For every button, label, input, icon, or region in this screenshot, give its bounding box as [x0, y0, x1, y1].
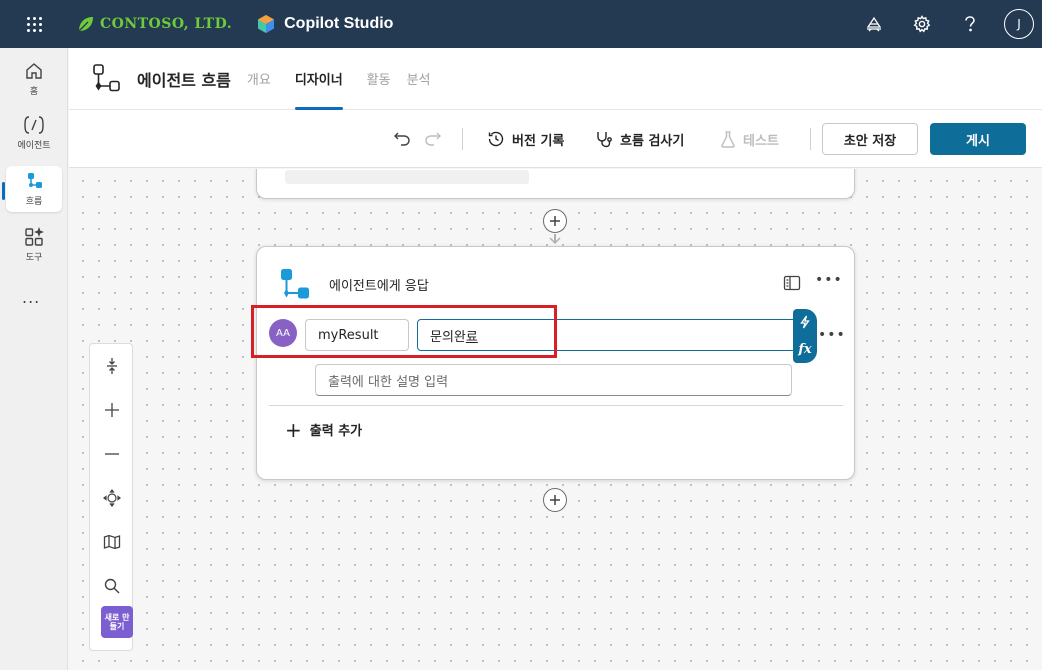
active-indicator: [2, 182, 5, 200]
test-button[interactable]: 테스트: [720, 124, 779, 154]
add-output-button[interactable]: + 출력 추가: [285, 417, 363, 442]
recenter-icon: [103, 489, 121, 507]
brand: CONTOSO, LTD.: [76, 14, 232, 34]
tab-analytics[interactable]: 분석: [407, 48, 431, 110]
add-step-button[interactable]: [543, 209, 567, 233]
rail-item-label: 홈: [29, 87, 39, 97]
toolbar: 버전 기록 흐름 검사기 테스트 초안 저장 게시: [69, 110, 1042, 168]
redo-icon: [425, 132, 441, 146]
rail-item-label: 에이전트: [17, 141, 51, 151]
center-view-button[interactable]: [90, 476, 134, 520]
waffle-icon: [26, 16, 42, 32]
add-step-button-bottom[interactable]: [543, 488, 567, 512]
search-canvas-button[interactable]: [90, 564, 134, 608]
page-title: 에이전트 흐름: [137, 70, 231, 90]
app-launcher-button[interactable]: [0, 0, 68, 48]
output-row-more-button[interactable]: •••: [818, 327, 846, 343]
flow-canvas[interactable]: 에이전트에게 응답 ••• AA myResult 문의완 료 fx ••• 출력…: [69, 169, 1042, 670]
arrow-down-icon: [549, 237, 561, 245]
copilot-studio-logo-icon: [258, 15, 275, 33]
environment-button[interactable]: [850, 0, 898, 48]
tab-designer[interactable]: 디자이너: [294, 48, 343, 110]
stethoscope-icon: [597, 132, 612, 148]
redo-button[interactable]: [423, 128, 443, 148]
minus-icon: [105, 453, 119, 455]
formula-pill[interactable]: fx: [793, 309, 817, 363]
plus-icon: [550, 216, 560, 226]
test-label: 테스트: [743, 133, 779, 149]
plus-icon: [105, 403, 119, 417]
rail-item-tools[interactable]: 도구: [6, 222, 62, 268]
fx-icon: fx: [798, 341, 812, 357]
tools-icon: [25, 227, 44, 246]
page-header: 에이전트 흐름 개요 디자이너 활동 분석: [69, 48, 1042, 110]
home-icon: [26, 63, 42, 79]
canvas-controls: 새로 만들기: [89, 343, 133, 651]
history-icon: [488, 131, 504, 147]
rail-item-label: 흐름: [25, 197, 43, 207]
plus-icon: +: [285, 417, 302, 442]
zoom-in-button[interactable]: [90, 388, 134, 432]
card-divider: [269, 405, 843, 406]
question-icon: [965, 16, 975, 32]
plus-icon: [550, 495, 560, 505]
product-name: Copilot Studio: [284, 15, 394, 32]
card-title: 에이전트에게 응답: [329, 279, 429, 294]
previous-node-chip: [285, 170, 529, 184]
left-rail: 홈 에이전트 흐름 도구 ...: [0, 48, 68, 670]
leaf-icon: [78, 17, 93, 32]
help-button[interactable]: [946, 0, 994, 48]
user-avatar[interactable]: J: [1004, 9, 1034, 39]
new-badge[interactable]: 새로 만들기: [101, 606, 133, 638]
fit-height-button[interactable]: [90, 344, 134, 388]
highlight-box: [251, 305, 557, 358]
top-bar: CONTOSO, LTD. Copilot Studio J: [0, 0, 1042, 48]
expand-vertical-icon: [107, 358, 117, 374]
agent-icon: [24, 116, 44, 134]
flow-icon: [28, 173, 42, 188]
previous-node-card[interactable]: [256, 169, 855, 199]
product[interactable]: Copilot Studio: [256, 14, 393, 34]
map-icon: [103, 534, 121, 550]
rail-item-flows[interactable]: 흐름: [6, 166, 62, 212]
version-history-button[interactable]: 버전 기록: [487, 124, 564, 154]
description-input[interactable]: 출력에 대한 설명 입력: [315, 364, 792, 396]
side-panel-icon[interactable]: [783, 275, 801, 291]
gear-icon: [913, 15, 931, 33]
zoom-out-button[interactable]: [90, 432, 134, 476]
flow-checker-button[interactable]: 흐름 검사기: [595, 124, 684, 154]
search-icon: [104, 578, 120, 594]
lightning-icon: [800, 315, 810, 329]
brand-name: CONTOSO, LTD.: [100, 16, 233, 32]
rail-item-home[interactable]: 홈: [6, 56, 62, 102]
globe-icon: [866, 16, 882, 32]
add-output-label: 출력 추가: [309, 424, 363, 439]
toolbar-divider: [810, 128, 811, 150]
rail-item-agents[interactable]: 에이전트: [6, 110, 62, 156]
tab-activity[interactable]: 활동: [367, 48, 391, 110]
card-more-button[interactable]: •••: [815, 272, 843, 288]
agent-flow-icon: [93, 63, 120, 91]
version-history-label: 버전 기록: [512, 133, 565, 149]
tab-overview[interactable]: 개요: [247, 48, 271, 110]
undo-button[interactable]: [392, 128, 412, 148]
more-icon[interactable]: ...: [22, 288, 40, 307]
flow-checker-label: 흐름 검사기: [620, 133, 685, 149]
flask-icon: [721, 131, 735, 148]
settings-button[interactable]: [898, 0, 946, 48]
save-draft-button[interactable]: 초안 저장: [822, 123, 918, 155]
toolbar-divider: [462, 128, 463, 150]
rail-item-label: 도구: [25, 253, 43, 263]
publish-button[interactable]: 게시: [930, 123, 1026, 155]
respond-flow-icon: [281, 269, 309, 299]
undo-icon: [394, 132, 410, 146]
minimap-button[interactable]: [90, 520, 134, 564]
respond-to-agent-card[interactable]: 에이전트에게 응답 ••• AA myResult 문의완 료 fx ••• 출력…: [256, 246, 855, 480]
